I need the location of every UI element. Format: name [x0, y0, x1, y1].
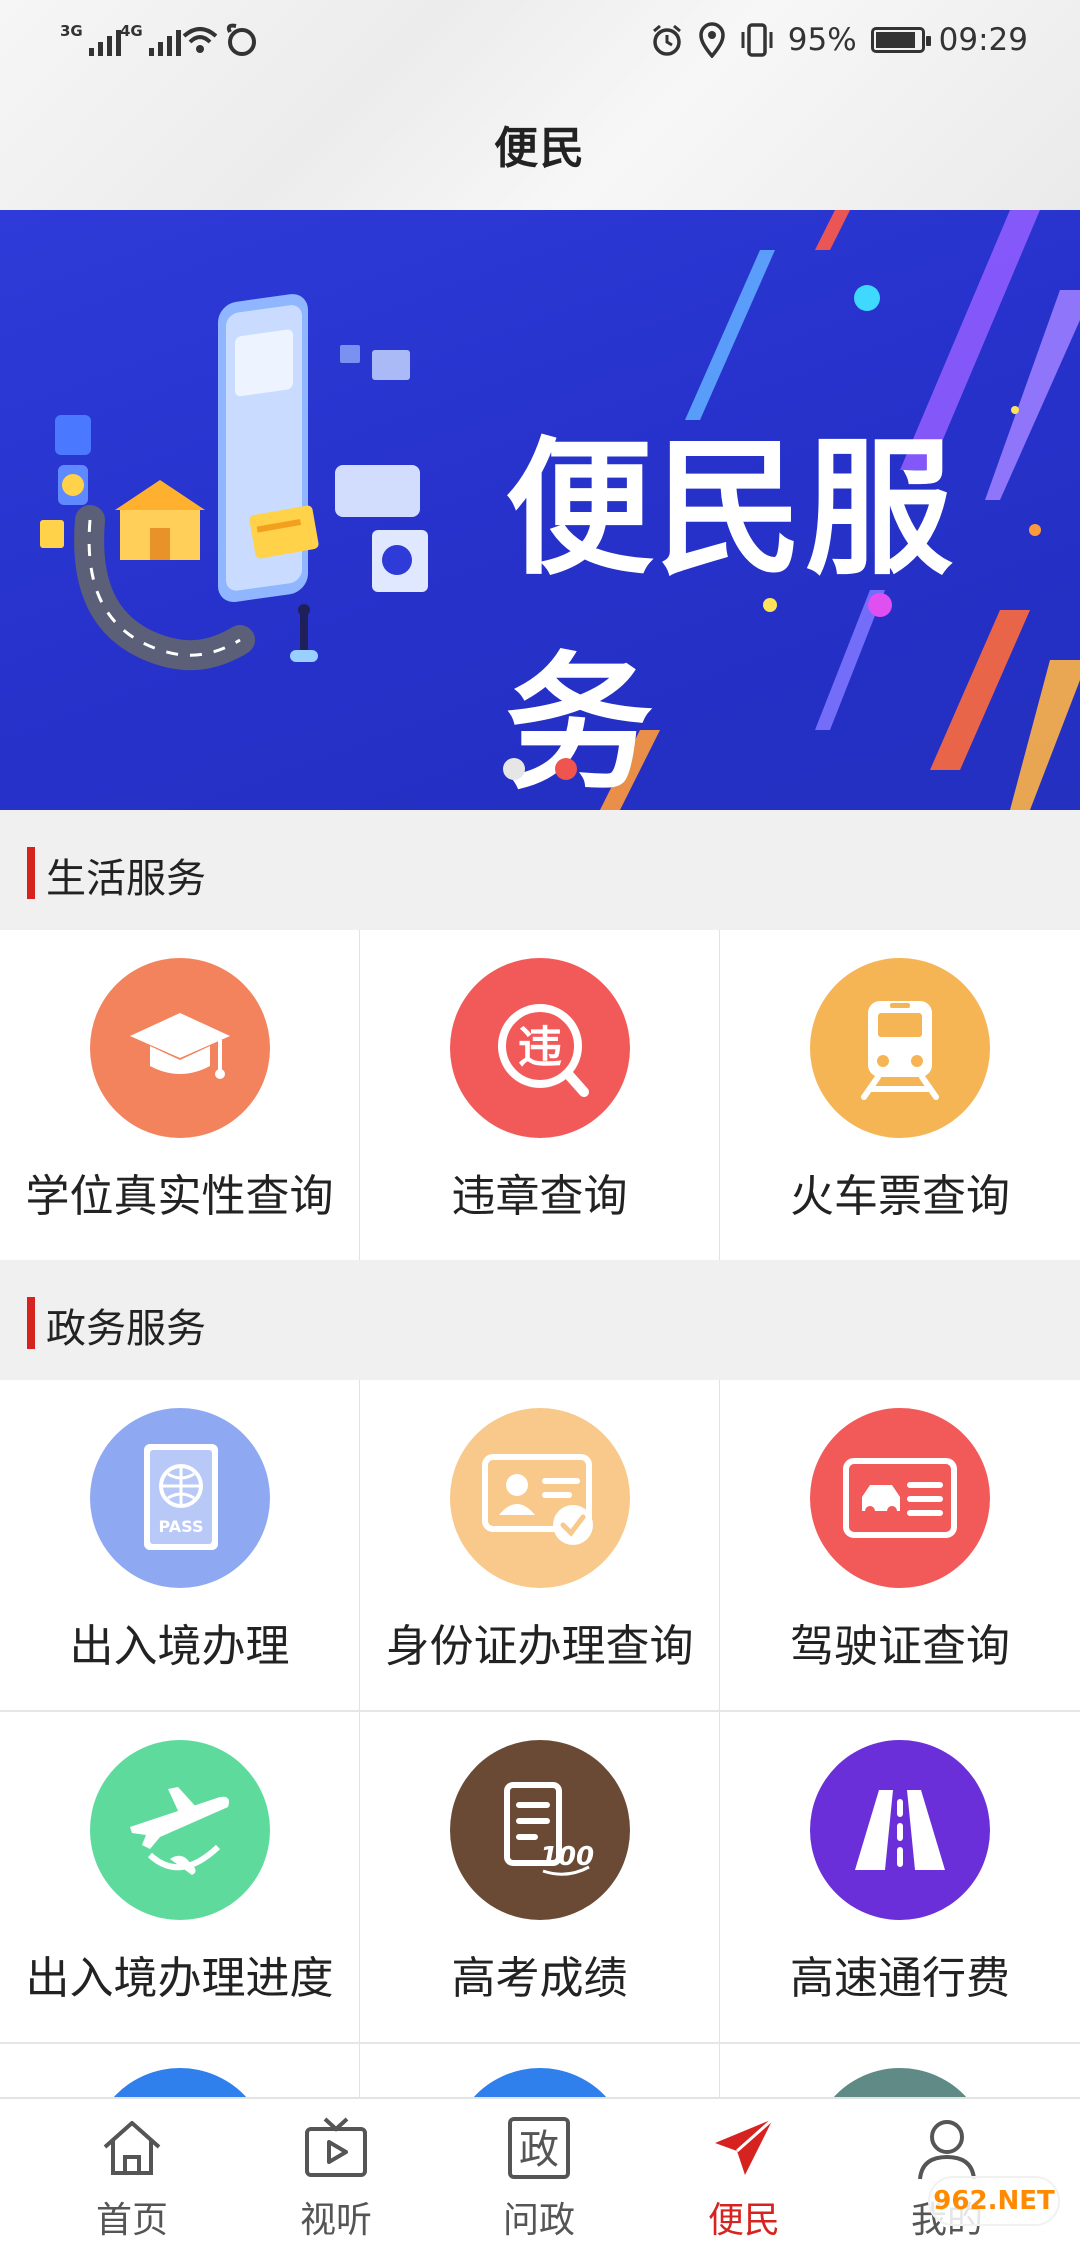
service-label: 高考成绩 [451, 1953, 628, 2004]
service-label: 高速通行费 [790, 1953, 1010, 2004]
squirrel-app-icon [226, 23, 256, 56]
tab-label: 首页 [95, 2200, 168, 2241]
signal-3g-icon: 3G [60, 22, 121, 56]
section-accent-bar [27, 847, 35, 899]
service-item-gaokao-score[interactable]: 100 高考成绩 [360, 1712, 719, 2042]
service-item-partial-1[interactable] [0, 2044, 359, 2097]
service-item-highway-toll[interactable]: 高速通行费 [720, 1712, 1080, 2042]
highway-icon [810, 1740, 990, 1920]
svg-text:违: 违 [518, 1022, 562, 1073]
location-icon [698, 22, 725, 58]
banner-carousel[interactable]: 便民服务 [0, 210, 1080, 810]
government-services-grid-row-1: PASS 出入境办理 身份证办理查询 驾驶证查询 [0, 1380, 1080, 1710]
service-partial-icon [90, 2068, 270, 2097]
service-label: 驾驶证查询 [790, 1621, 1010, 1672]
service-partial-icon [810, 2068, 990, 2097]
carousel-dot-1[interactable] [503, 758, 525, 780]
battery-percent: 95% [787, 22, 857, 58]
status-right: 95% 09:29 [650, 18, 1028, 62]
service-item-train-ticket[interactable]: 火车票查询 [720, 930, 1080, 1260]
service-item-driver-license[interactable]: 驾驶证查询 [720, 1380, 1080, 1710]
service-item-partial-3[interactable] [720, 2044, 1080, 2097]
service-item-exit-entry[interactable]: PASS 出入境办理 [0, 1380, 359, 1710]
politics-icon: 政 [508, 2117, 570, 2179]
carousel-dot-2[interactable] [555, 758, 577, 780]
passport-icon: PASS [90, 1408, 270, 1588]
life-services-grid: 学位真实性查询 违 违章查询 火车票查询 [0, 930, 1080, 1260]
home-icon [103, 2121, 161, 2175]
tab-politics[interactable]: 政 问政 [469, 2113, 609, 2243]
government-services-grid-row-2: 出入境办理进度 100 高考成绩 高速通行费 [0, 1712, 1080, 2042]
svg-text:政: 政 [519, 2127, 559, 2173]
section-header-government-services: 政务服务 [0, 1260, 1080, 1380]
tab-label: 问政 [502, 2200, 575, 2241]
wifi-icon [182, 27, 218, 53]
vibrate-icon [741, 23, 773, 57]
page-title: 便民 [494, 123, 586, 174]
service-item-exit-entry-progress[interactable]: 出入境办理进度 [0, 1712, 359, 2042]
tv-play-icon [305, 2117, 367, 2177]
service-label: 学位真实性查询 [25, 1171, 334, 1222]
service-item-partial-2[interactable] [360, 2044, 719, 2097]
top-bar: 3G 4G 95% 09:29 便民 [0, 0, 1080, 210]
clock: 09:29 [938, 22, 1028, 58]
tab-home[interactable]: 首页 [62, 2113, 202, 2243]
graduation-cap-icon [90, 958, 270, 1138]
signal-4g-icon: 4G [120, 22, 181, 56]
paper-plane-icon [715, 2117, 774, 2175]
violation-search-icon: 违 [450, 958, 630, 1138]
section-title: 生活服务 [46, 856, 206, 902]
watermark-logo: 962.NET [928, 2176, 1060, 2226]
service-item-degree-verification[interactable]: 学位真实性查询 [0, 930, 359, 1260]
tab-label: 视听 [299, 2200, 372, 2241]
tab-media[interactable]: 视听 [266, 2113, 406, 2243]
user-icon [918, 2120, 976, 2180]
service-label: 身份证办理查询 [385, 1621, 694, 1672]
service-label: 出入境办理进度 [25, 1953, 334, 2004]
bottom-tab-bar: 首页 视听 政 问政 便民 我的 [0, 2097, 1080, 2244]
service-label: 违章查询 [451, 1171, 628, 1222]
tab-convenience[interactable]: 便民 [674, 2113, 814, 2243]
battery-icon [870, 27, 931, 53]
train-icon [810, 958, 990, 1138]
tab-label: 便民 [707, 2200, 780, 2241]
service-label: 火车票查询 [790, 1171, 1010, 1222]
carousel-dots [503, 758, 577, 780]
section-header-life-services: 生活服务 [0, 810, 1080, 930]
section-title: 政务服务 [46, 1306, 206, 1352]
banner-title: 便民服务 [505, 423, 955, 810]
service-label: 出入境办理 [69, 1621, 290, 1672]
exam-score-icon: 100 [450, 1740, 630, 1920]
section-accent-bar [27, 1297, 35, 1349]
driver-license-icon [810, 1408, 990, 1588]
government-services-grid-row-3-partial [0, 2044, 1080, 2097]
service-item-id-card[interactable]: 身份证办理查询 [360, 1380, 719, 1710]
alarm-icon [652, 24, 681, 56]
id-card-icon [450, 1408, 630, 1588]
airplane-globe-icon [90, 1740, 270, 1920]
svg-text:PASS: PASS [159, 1517, 204, 1536]
service-item-violation-query[interactable]: 违 违章查询 [360, 930, 719, 1260]
status-bar: 3G 4G 95% 09:29 [0, 0, 1080, 80]
service-partial-icon [450, 2068, 630, 2097]
